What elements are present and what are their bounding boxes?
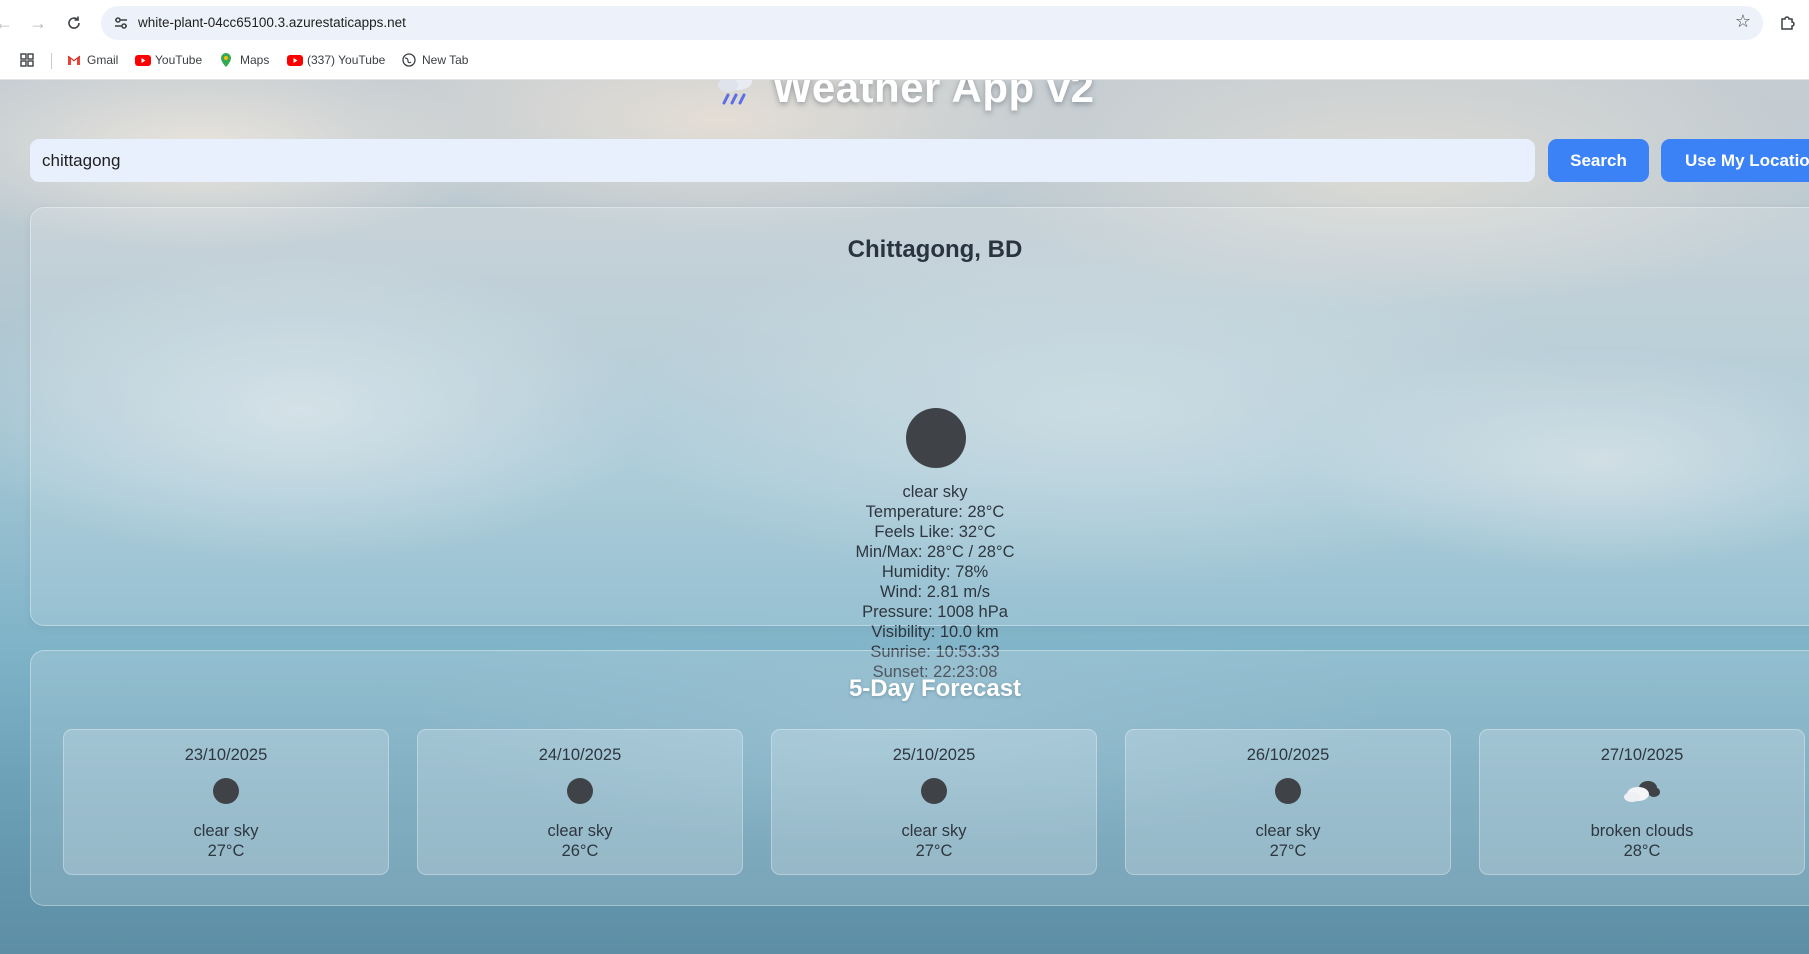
city-search-input[interactable] bbox=[30, 139, 1535, 182]
apps-grid-icon[interactable] bbox=[20, 50, 34, 70]
forecast-temp: 27°C bbox=[207, 842, 245, 860]
wind: Wind: 2.81 m/s bbox=[879, 583, 991, 601]
app-title: Weather App v2 bbox=[772, 80, 1095, 111]
forecast-day-card: 24/10/2025 clear sky 26°C bbox=[417, 729, 743, 875]
forecast-description: clear sky bbox=[1255, 822, 1321, 840]
temperature: Temperature: 28°C bbox=[865, 503, 1005, 521]
bookmark-youtube-337[interactable]: (337) YouTube bbox=[287, 50, 385, 70]
bookmark-new-tab[interactable]: New Tab bbox=[402, 50, 468, 70]
youtube-icon bbox=[135, 53, 151, 67]
bookmark-gmail[interactable]: Gmail bbox=[67, 50, 118, 70]
search-button[interactable]: Search bbox=[1548, 139, 1649, 182]
forecast-description: clear sky bbox=[547, 822, 613, 840]
current-weather-card: Chittagong, BD clear sky Temperature: 28… bbox=[30, 207, 1809, 681]
clear-sky-icon bbox=[906, 408, 966, 468]
city-name: Chittagong, BD bbox=[847, 236, 1023, 263]
bookmark-youtube[interactable]: YouTube bbox=[135, 50, 202, 70]
rain-cloud-icon bbox=[714, 80, 758, 105]
forecast-temp: 28°C bbox=[1623, 842, 1661, 860]
forecast-day-card: 25/10/2025 clear sky 27°C bbox=[771, 729, 1097, 875]
weather-page: Weather App v2 Search Use My Location Ch… bbox=[0, 80, 1809, 954]
app-header: Weather App v2 bbox=[0, 80, 1809, 112]
feels-like: Feels Like: 32°C bbox=[874, 523, 996, 541]
maps-icon bbox=[220, 53, 234, 67]
forecast-title: 5-Day Forecast bbox=[848, 675, 1022, 702]
clear-sky-icon bbox=[921, 778, 947, 804]
forecast-day-card: 26/10/2025 clear sky 27°C bbox=[1125, 729, 1451, 875]
forecast-day-card: 23/10/2025 clear sky 27°C bbox=[63, 729, 389, 875]
forecast-date: 25/10/2025 bbox=[892, 746, 976, 764]
forward-icon[interactable]: → bbox=[24, 9, 52, 37]
extensions-icon[interactable] bbox=[1776, 10, 1800, 34]
forecast-description: clear sky bbox=[901, 822, 967, 840]
back-icon[interactable]: ← bbox=[0, 9, 18, 37]
bookmark-label: New Tab bbox=[422, 53, 469, 67]
url-text[interactable]: white-plant-04cc65100.3.azurestaticapps.… bbox=[138, 15, 406, 30]
forecast-date: 27/10/2025 bbox=[1600, 746, 1684, 764]
forecast-date: 26/10/2025 bbox=[1246, 746, 1330, 764]
bookmark-label: Gmail bbox=[87, 53, 119, 67]
forecast-date: 23/10/2025 bbox=[184, 746, 268, 764]
browser-chrome: ← → white-plant-04cc65100.3.azurestatica… bbox=[0, 0, 1809, 80]
forecast-description: broken clouds bbox=[1590, 822, 1694, 840]
forecast-section: 5-Day Forecast 23/10/2025 clear sky 27°C… bbox=[30, 650, 1809, 906]
address-bar[interactable]: white-plant-04cc65100.3.azurestaticapps.… bbox=[101, 6, 1763, 40]
bookmark-label: Maps bbox=[240, 53, 270, 67]
bookmark-label: YouTube bbox=[155, 53, 203, 67]
reload-icon[interactable] bbox=[60, 9, 88, 37]
globe-icon bbox=[402, 53, 416, 67]
gmail-icon bbox=[67, 53, 81, 67]
broken-clouds-icon bbox=[1622, 778, 1662, 804]
site-info-icon[interactable] bbox=[111, 13, 131, 33]
clear-sky-icon bbox=[1275, 778, 1301, 804]
browser-toolbar: ← → white-plant-04cc65100.3.azurestatica… bbox=[0, 0, 1809, 46]
clear-sky-icon bbox=[567, 778, 593, 804]
forecast-temp: 27°C bbox=[915, 842, 953, 860]
clear-sky-icon bbox=[213, 778, 239, 804]
bookmark-label: (337) YouTube bbox=[307, 53, 386, 67]
forecast-day-card: 27/10/2025 broken clouds 28°C bbox=[1479, 729, 1805, 875]
youtube-icon bbox=[287, 53, 303, 67]
forecast-temp: 26°C bbox=[561, 842, 599, 860]
bookmarks-bar: Gmail YouTube Maps (337) YouTube New Tab bbox=[0, 48, 1809, 72]
min-max: Min/Max: 28°C / 28°C bbox=[855, 543, 1015, 561]
weather-description: clear sky bbox=[902, 483, 968, 501]
bookmarks-divider bbox=[51, 53, 52, 69]
forecast-temp: 27°C bbox=[1269, 842, 1307, 860]
forecast-description: clear sky bbox=[193, 822, 259, 840]
humidity: Humidity: 78% bbox=[881, 563, 989, 581]
bookmark-maps[interactable]: Maps bbox=[220, 50, 269, 70]
forecast-date: 24/10/2025 bbox=[538, 746, 622, 764]
bookmark-star-icon[interactable]: ☆ bbox=[1735, 11, 1751, 32]
use-my-location-button[interactable]: Use My Location bbox=[1661, 139, 1809, 182]
pressure: Pressure: 1008 hPa bbox=[862, 603, 1008, 621]
visibility: Visibility: 10.0 km bbox=[871, 623, 999, 641]
